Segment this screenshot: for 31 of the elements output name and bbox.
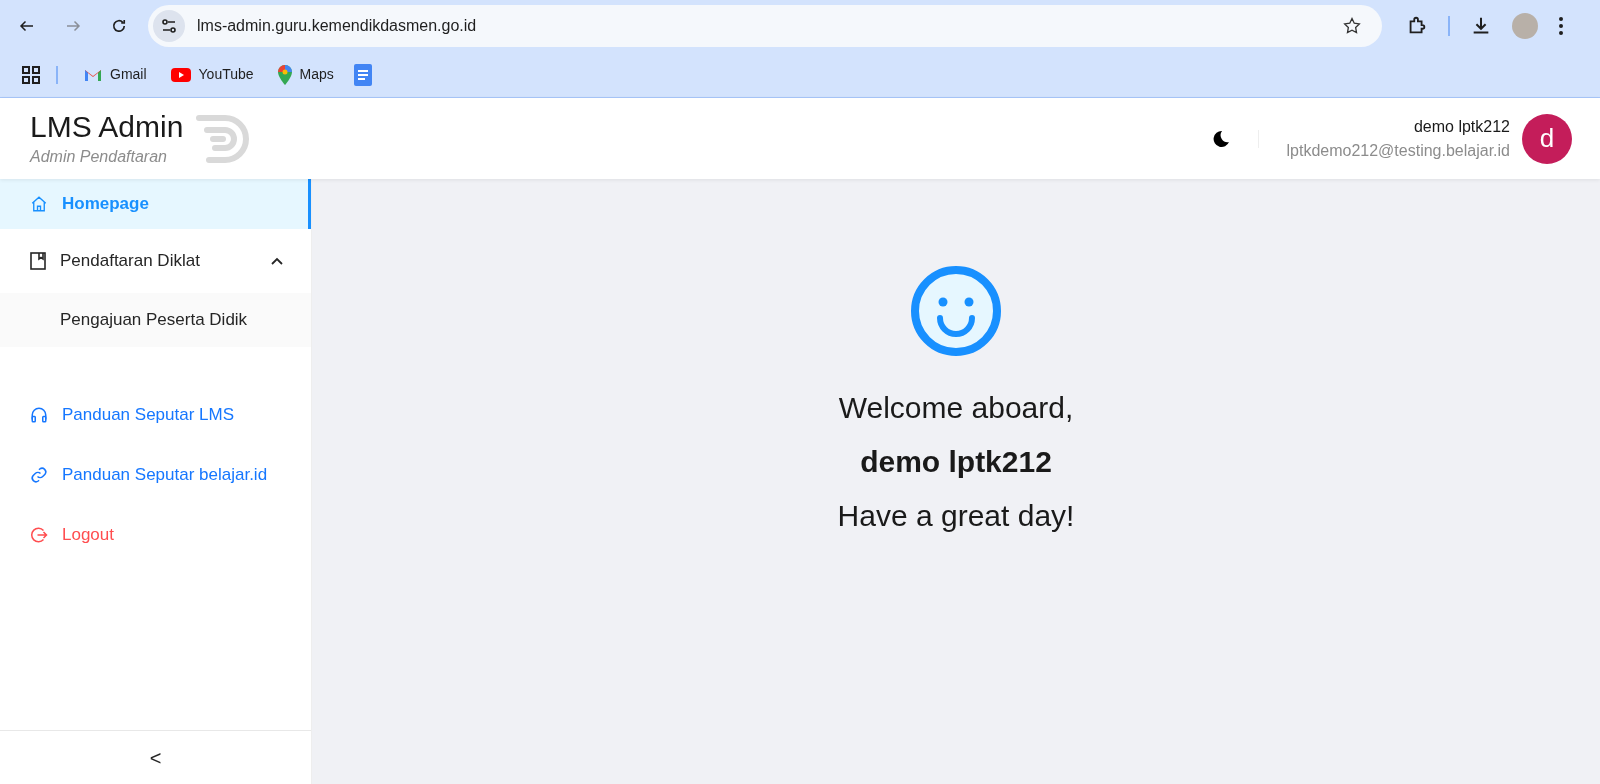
address-bar[interactable]: lms-admin.guru.kemendikdasmen.go.id: [148, 5, 1382, 48]
mail-icon: [84, 67, 102, 82]
document-icon[interactable]: [353, 63, 372, 86]
sidebar-item[interactable]: Panduan Seputar LMS: [0, 385, 311, 445]
smiley-face-icon: [910, 265, 1002, 357]
collapse-sidebar-button[interactable]: <: [141, 742, 170, 773]
book-icon: [30, 252, 46, 270]
user-name-heading: demo lptk212: [860, 444, 1052, 480]
map-pin-icon: [277, 64, 292, 85]
play-icon: [170, 67, 191, 82]
user-name: demo lptk212: [1413, 116, 1510, 137]
greeting-text: Have a great day!: [837, 498, 1075, 534]
bookmark-link[interactable]: Maps: [273, 64, 338, 86]
user-avatar[interactable]: d: [1522, 113, 1572, 164]
home-icon: [30, 195, 48, 213]
bookmark-link[interactable]: YouTube: [166, 64, 258, 86]
bookmark-link[interactable]: Gmail: [80, 64, 151, 86]
apps-icon[interactable]: [22, 65, 40, 84]
headphones-icon: [30, 406, 48, 424]
app-subtitle: Admin Pendaftaran: [30, 146, 168, 167]
welcome-text: Welcome aboard,: [838, 390, 1074, 426]
user-email: lptkdemo212@testing.belajar.id: [1286, 140, 1510, 161]
sidebar-item[interactable]: Pendaftaran Diklat: [0, 229, 311, 293]
dark-mode-icon[interactable]: [1211, 129, 1230, 148]
site-settings-icon[interactable]: [153, 10, 185, 43]
link-icon: [30, 466, 48, 484]
sidebar-item[interactable]: Panduan Seputar belajar.id: [0, 445, 311, 505]
more-icon[interactable]: [1558, 16, 1564, 37]
app-title: LMS Admin: [30, 108, 184, 145]
submenu-item[interactable]: Pengajuan Peserta Didik: [0, 293, 311, 347]
logout-icon: [30, 526, 48, 544]
